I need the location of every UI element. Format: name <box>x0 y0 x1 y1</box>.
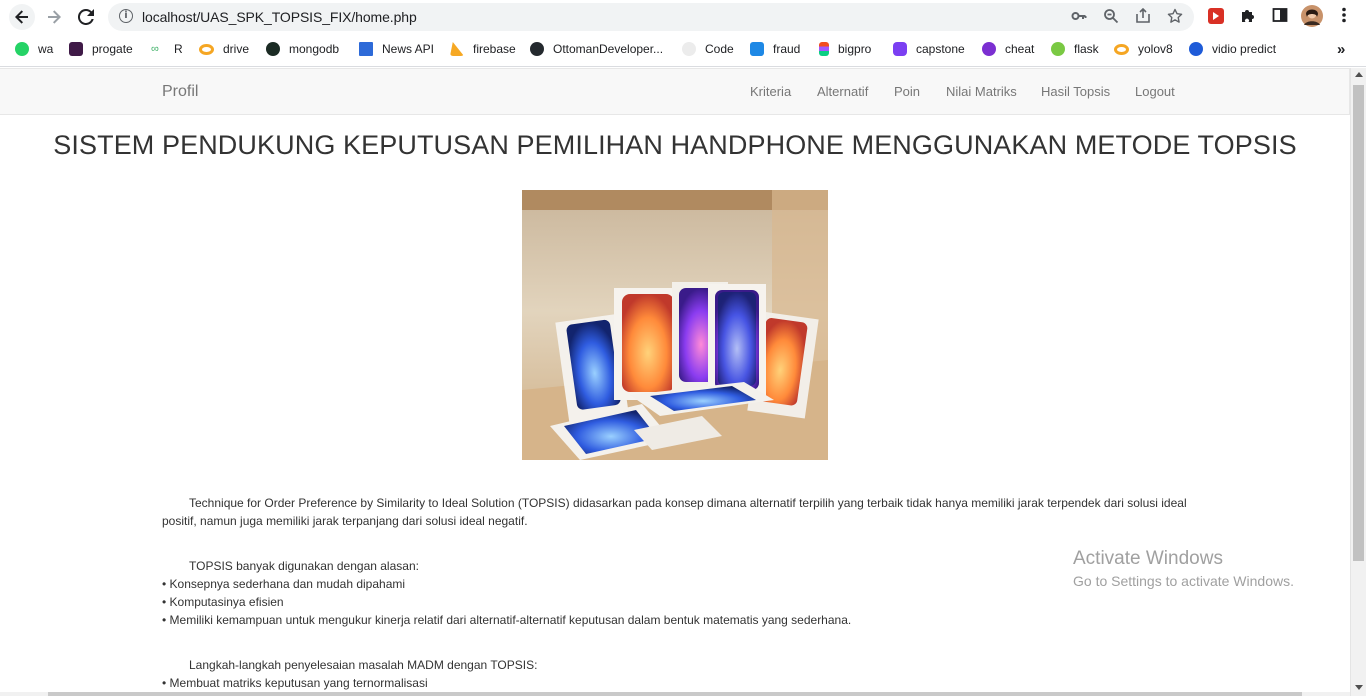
firebase-icon <box>450 42 464 56</box>
figma-icon <box>819 42 829 56</box>
bookmark-vidio-predict[interactable]: vidio predict <box>1189 39 1276 59</box>
nav-link-kriteria[interactable]: Kriteria <box>750 84 791 99</box>
key-icon[interactable] <box>1070 8 1088 26</box>
bookmark-cheat[interactable]: cheat <box>982 39 1034 59</box>
watermark-subtitle: Go to Settings to activate Windows. <box>1073 573 1294 589</box>
more-bookmarks-icon[interactable]: » <box>1337 39 1345 59</box>
nav-link-hasil-topsis[interactable]: Hasil Topsis <box>1041 84 1110 99</box>
bookmark-drive[interactable]: drive <box>199 39 249 59</box>
steps-section: Langkah-langkah penyelesaian masalah MAD… <box>162 656 1192 692</box>
scroll-up-arrow-icon[interactable] <box>1355 72 1363 77</box>
bookmark-yolov8[interactable]: yolov8 <box>1114 39 1173 59</box>
bookmark-flask[interactable]: flask <box>1051 39 1099 59</box>
site-info-icon[interactable]: i <box>119 9 133 23</box>
whatsapp-icon <box>15 42 29 56</box>
reason-item: • Komputasinya efisien <box>162 595 284 609</box>
bookmark-star-icon[interactable] <box>1166 8 1184 26</box>
steps-heading: Langkah-langkah penyelesaian masalah MAD… <box>189 658 538 672</box>
url-text: localhost/UAS_SPK_TOPSIS_FIX/home.php <box>142 9 417 25</box>
bookmark-ottomandeveloper[interactable]: OttomanDeveloper... <box>530 39 663 59</box>
bookmark-progate[interactable]: progate <box>69 39 133 59</box>
nav-links: Kriteria Alternatif Poin Nilai Matriks H… <box>0 84 1350 104</box>
reload-icon[interactable] <box>73 4 99 30</box>
navbar: Profil Kriteria Alternatif Poin Nilai Ma… <box>0 68 1350 115</box>
browser-toolbar: i localhost/UAS_SPK_TOPSIS_FIX/home.php <box>0 0 1366 34</box>
profile-avatar[interactable] <box>1301 5 1323 27</box>
bookmark-code[interactable]: Code <box>682 39 734 59</box>
forward-icon[interactable] <box>41 4 67 30</box>
vertical-scrollbar[interactable] <box>1350 68 1366 696</box>
bookmark-capstone[interactable]: capstone <box>893 39 965 59</box>
extension-red-icon[interactable] <box>1206 7 1226 27</box>
bookmark-bigpro[interactable]: bigpro <box>819 39 871 59</box>
github-icon <box>530 42 544 56</box>
web-page: Profil Kriteria Alternatif Poin Nilai Ma… <box>0 68 1350 696</box>
horizontal-scroll-thumb[interactable] <box>48 692 1302 696</box>
news-icon <box>359 42 373 56</box>
share-icon[interactable] <box>1134 7 1152 26</box>
bookmark-r[interactable]: ∞ R <box>151 39 183 59</box>
reason-item: • Konsepnya sederhana dan mudah dipahami <box>162 577 406 591</box>
page-title: SISTEM PENDUKUNG KEPUTUSAN PEMILIHAN HAN… <box>53 130 1297 160</box>
scroll-down-arrow-icon[interactable] <box>1355 685 1363 690</box>
bookmarks-bar: wa progate ∞ R drive mongodb News API fir… <box>0 37 1366 61</box>
nav-link-alternatif[interactable]: Alternatif <box>817 84 868 99</box>
cheat-icon <box>982 42 996 56</box>
reasons-heading: TOPSIS banyak digunakan dengan alasan: <box>189 559 419 573</box>
watermark-title: Activate Windows <box>1073 548 1223 569</box>
back-icon[interactable] <box>9 4 35 30</box>
nav-link-poin[interactable]: Poin <box>894 84 920 99</box>
drive-icon <box>199 43 214 55</box>
bookmark-wa[interactable]: wa <box>15 39 53 59</box>
reason-item: • Memiliki kemampuan untuk mengukur kine… <box>162 613 852 627</box>
mongodb-icon <box>266 42 280 56</box>
side-panel-icon[interactable] <box>1270 7 1290 27</box>
chrome-menu-icon[interactable] <box>1334 7 1354 27</box>
nav-link-nilai-matriks[interactable]: Nilai Matriks <box>946 84 1017 99</box>
r-icon: ∞ <box>151 43 159 55</box>
reasons-section: TOPSIS banyak digunakan dengan alasan: •… <box>162 557 1192 629</box>
bookmark-news-api[interactable]: News API <box>359 39 434 59</box>
yolo-icon <box>1114 43 1129 55</box>
progate-icon <box>69 42 83 56</box>
bookmark-mongodb[interactable]: mongodb <box>266 39 339 59</box>
bookmark-fraud[interactable]: fraud <box>750 39 800 59</box>
extensions-puzzle-icon[interactable] <box>1238 7 1258 27</box>
fraud-icon <box>750 42 764 56</box>
horizontal-scrollbar[interactable] <box>0 692 1350 696</box>
vidio-icon <box>1189 42 1203 56</box>
bookmark-firebase[interactable]: firebase <box>450 39 516 59</box>
windows-activation-watermark: Activate Windows Go to Settings to activ… <box>1073 548 1294 589</box>
intro-paragraph: Technique for Order Preference by Simila… <box>162 496 1187 528</box>
nav-link-logout[interactable]: Logout <box>1135 84 1175 99</box>
code-icon <box>682 42 696 56</box>
browser-chrome: i localhost/UAS_SPK_TOPSIS_FIX/home.php <box>0 0 1366 67</box>
address-bar[interactable]: i localhost/UAS_SPK_TOPSIS_FIX/home.php <box>108 3 1194 31</box>
hero-image <box>522 190 828 460</box>
capstone-icon <box>893 42 907 56</box>
flask-icon <box>1051 42 1065 56</box>
step-item: • Membuat matriks keputusan yang ternorm… <box>162 676 428 690</box>
scroll-thumb[interactable] <box>1353 85 1364 561</box>
zoom-icon[interactable] <box>1102 8 1120 26</box>
